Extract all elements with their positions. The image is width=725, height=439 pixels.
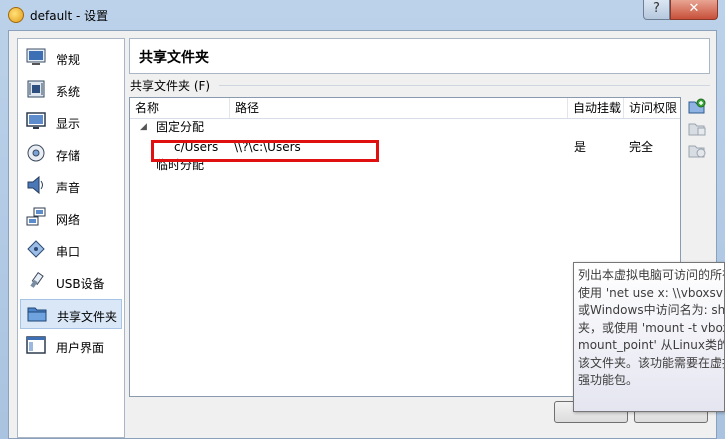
sidebar-item-label: 用户界面 — [56, 341, 105, 355]
tooltip-line: 使用 'net use x: \\vboxsvr\ — [578, 285, 725, 300]
sidebar-item-display[interactable]: 显示 — [20, 107, 122, 137]
column-header-name[interactable]: 名称 — [130, 98, 230, 118]
sidebar-item-serial-port[interactable]: 串口 — [20, 235, 122, 265]
tooltip-line: 该文件夹。该功能需要在虚拟 — [578, 355, 725, 370]
system-icon — [27, 80, 45, 98]
column-header-auto-mount[interactable]: 自动挂载 — [568, 98, 624, 118]
display-icon — [26, 112, 46, 129]
shared-folders-group-label: 共享文件夹 (F) — [130, 79, 211, 93]
column-header-access[interactable]: 访问权限 — [624, 98, 680, 118]
sidebar-item-label: 常规 — [56, 53, 81, 67]
sidebar-item-usb[interactable]: USB设备 — [20, 267, 122, 297]
sidebar-item-system[interactable]: 系统 — [20, 75, 122, 105]
sidebar-item-label: 显示 — [56, 117, 81, 131]
close-button[interactable]: ✕ — [670, 0, 718, 20]
sidebar-item-shared-folders[interactable]: 共享文件夹 — [20, 299, 122, 329]
edit-folder-icon[interactable] — [687, 120, 707, 138]
tree-group-transient[interactable]: 临时分配 — [156, 156, 204, 174]
group-divider — [219, 85, 710, 86]
usb-icon — [30, 272, 44, 288]
user-interface-icon — [26, 336, 46, 354]
audio-icon — [27, 175, 43, 195]
tooltip-line: 或Windows中访问名为: sha — [578, 303, 725, 317]
sidebar-item-user-interface[interactable]: 用户界面 — [20, 331, 122, 361]
page-header: 共享文件夹 — [129, 38, 710, 74]
virtualbox-app-icon — [8, 7, 24, 23]
shared-folder-path[interactable]: \\?\c:\Users — [234, 138, 301, 156]
table-header: 名称 路径 自动挂载 访问权限 — [130, 98, 680, 119]
serial-port-icon — [27, 240, 45, 258]
sidebar-item-label: 系统 — [56, 85, 81, 99]
sidebar-item-label: 串口 — [56, 245, 81, 259]
sidebar-item-storage[interactable]: 存储 — [20, 139, 122, 169]
settings-sidebar: 常规 系统 显示 存储 声音 网络 串口 USB设备 共享文件夹 用户界面 — [17, 38, 125, 438]
tree-group-fixed[interactable]: 固定分配 — [156, 118, 204, 136]
network-icon — [26, 207, 46, 226]
expand-arrow-icon[interactable]: ◢ — [140, 122, 150, 132]
sidebar-item-network[interactable]: 网络 — [20, 203, 122, 233]
sidebar-item-label: USB设备 — [56, 277, 105, 291]
sidebar-item-label: 存储 — [56, 149, 81, 163]
tooltip-line: 强功能包。 — [578, 373, 639, 387]
shared-folder-auto-mount: 是 — [574, 140, 587, 154]
add-folder-icon[interactable] — [687, 98, 707, 116]
page-title: 共享文件夹 — [139, 50, 209, 66]
settings-window: default - 设置 ? ✕ 常规 系统 显示 存储 声音 网络 串口 US… — [0, 0, 725, 439]
sidebar-item-label: 网络 — [56, 213, 81, 227]
tooltip-line: mount_point' 从Linux类的主 — [578, 338, 725, 352]
shared-folder-name[interactable]: c/Users — [174, 138, 218, 156]
title-bar[interactable]: default - 设置 ? ✕ — [0, 0, 725, 30]
tooltip-line: 列出本虚拟电脑可访问的所有 — [578, 268, 725, 282]
shared-folders-tooltip: 列出本虚拟电脑可访问的所有 使用 'net use x: \\vboxsvr\ … — [573, 262, 725, 412]
general-icon — [26, 48, 46, 65]
tooltip-line: 夹，或使用 'mount -t vbox — [578, 320, 725, 335]
window-title: default - 设置 — [30, 9, 109, 23]
sidebar-item-audio[interactable]: 声音 — [20, 171, 122, 201]
help-button[interactable]: ? — [643, 0, 670, 20]
remove-folder-icon[interactable] — [687, 142, 707, 160]
sidebar-item-general[interactable]: 常规 — [20, 43, 122, 73]
sidebar-item-label: 共享文件夹 — [57, 310, 118, 324]
sidebar-item-label: 声音 — [56, 181, 81, 195]
shared-folder-icon — [27, 307, 47, 322]
shared-folder-access: 完全 — [629, 140, 654, 154]
column-header-path[interactable]: 路径 — [230, 98, 568, 118]
storage-icon — [27, 144, 45, 162]
